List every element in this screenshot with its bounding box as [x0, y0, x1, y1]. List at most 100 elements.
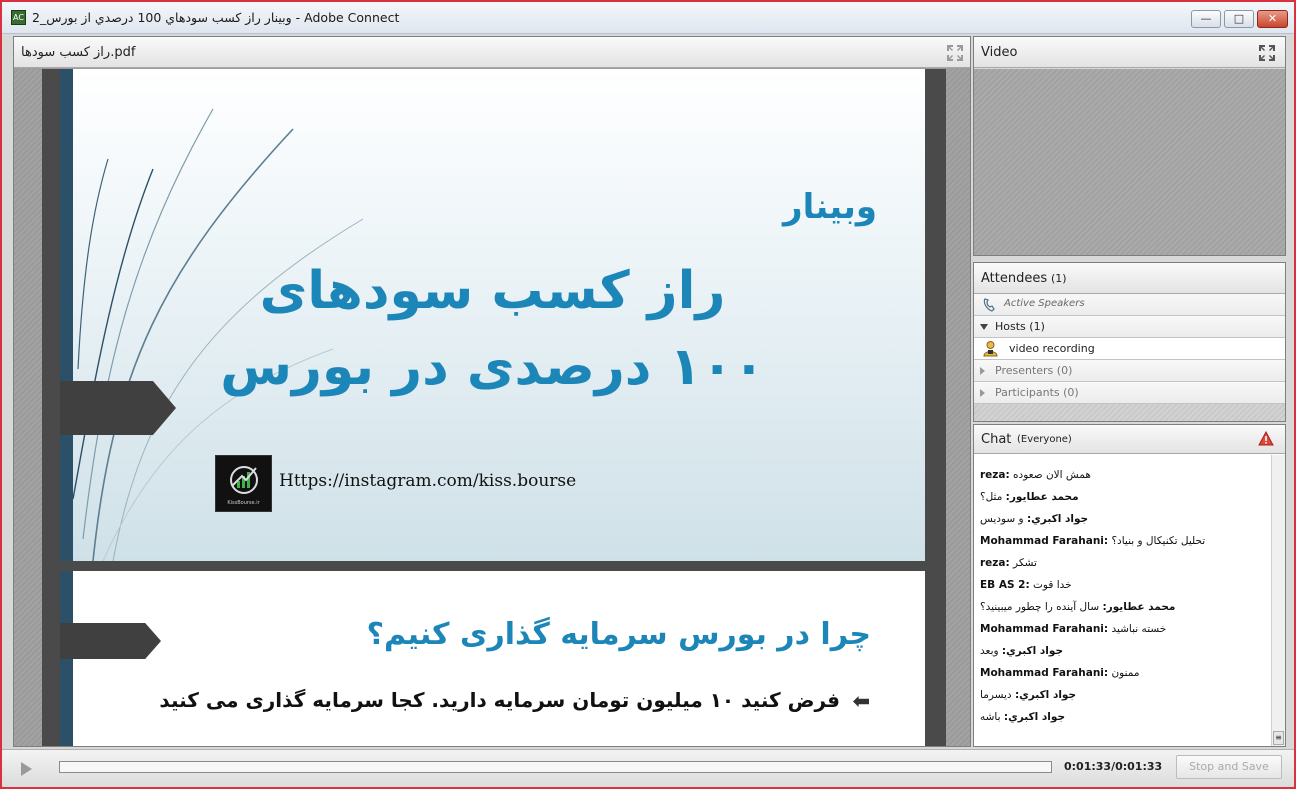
chat-message-list[interactable]: reza: همش الان صعوده محمد عطايور: مثل؟ جوا…: [974, 455, 1270, 746]
attendees-pod: Attendees (1) Active Speakers Hosts (1) …: [973, 262, 1286, 422]
attendees-count: (1): [1051, 272, 1067, 285]
hosts-label: Hosts (1): [995, 320, 1045, 333]
chat-title: Chat: [981, 432, 1012, 447]
warning-icon[interactable]: [1258, 431, 1274, 447]
chat-text: وبعد: [980, 645, 999, 657]
slide-title-page: وبینار راز کسب سودهای ۱۰۰ درصدی در بورس …: [60, 69, 925, 561]
active-speakers-label: Active Speakers: [1004, 298, 1085, 309]
slide-title-line2: ۱۰۰ درصدی در بورس: [220, 337, 765, 397]
window-title: وبينار راز كسب سودهاي 100 درصدي از بورس_…: [32, 10, 400, 25]
attendees-pod-header: Attendees (1): [974, 263, 1285, 294]
chat-message: جواد اكبري: دیسرما: [980, 687, 1076, 703]
maximize-button[interactable]: □: [1224, 10, 1254, 28]
minimize-button[interactable]: —: [1191, 10, 1221, 28]
collapse-arrow-icon: [980, 324, 988, 330]
title-bar: AC وبينار راز كسب سودهاي 100 درصدي از بو…: [2, 2, 1294, 34]
chat-sender: reza:: [980, 557, 1010, 569]
active-speakers-row: Active Speakers: [974, 294, 1285, 316]
playback-progress[interactable]: [59, 761, 1052, 773]
hosts-row[interactable]: Hosts (1): [974, 316, 1285, 338]
scroll-down-icon[interactable]: ≡: [1273, 731, 1284, 745]
logo-text: KissBourse.ir: [227, 500, 260, 506]
chat-text: مثل؟: [980, 491, 1003, 503]
play-icon[interactable]: [10, 755, 40, 783]
video-pod-header: Video: [974, 37, 1285, 68]
host-user-icon: [983, 341, 998, 357]
chat-text: ممنون: [1111, 667, 1140, 679]
chat-message: reza: همش الان صعوده: [980, 467, 1091, 483]
video-pod-title: Video: [981, 45, 1018, 60]
chat-sender: Mohammad Farahani:: [980, 667, 1109, 679]
chat-sender: Mohammad Farahani:: [980, 623, 1109, 635]
chat-pod: Chat (Everyone) reza: همش الان صعوده محمد…: [973, 424, 1286, 747]
chat-text: و سودیس: [980, 513, 1024, 525]
chat-text: همش الان صعوده: [1013, 469, 1091, 481]
slide-bullet: فرض کنید ۱۰ میلیون تومان سرمایه دارید. ک…: [159, 688, 869, 712]
presenters-row[interactable]: Presenters (0): [974, 360, 1285, 382]
expand-arrow-icon: [980, 367, 985, 375]
participants-row[interactable]: Participants (0): [974, 382, 1285, 404]
video-pod: Video: [973, 36, 1286, 256]
maximize-icon: □: [1233, 12, 1245, 25]
chat-message: Mohammad Farahani: ممنون: [980, 665, 1139, 681]
close-icon: ✕: [1267, 12, 1278, 25]
phone-icon: [983, 298, 995, 312]
chat-text: سال آینده را چطور میبینید؟: [980, 601, 1100, 613]
share-pod-title: راز كسب سودها.pdf: [21, 45, 136, 60]
chat-sender: Mohammad Farahani:: [980, 535, 1109, 547]
chat-scope: (Everyone): [1017, 434, 1072, 445]
attendees-title: Attendees: [981, 271, 1048, 286]
chat-scrollbar[interactable]: ≡: [1271, 455, 1285, 746]
chat-message: جواد اكبري: و سودیس: [980, 511, 1088, 527]
participants-label: Participants (0): [995, 386, 1079, 399]
share-pod-header: راز كسب سودها.pdf: [14, 37, 970, 68]
chat-text: خدا قوت: [1033, 579, 1072, 591]
close-button[interactable]: ✕: [1257, 10, 1288, 28]
slide-question-page: چرا در بورس سرمایه گذاری کنیم؟ فرض کنید …: [60, 571, 925, 746]
chat-text: خسته نباشید: [1111, 623, 1167, 635]
chat-text: تشکر: [1013, 557, 1037, 569]
slide-heading: چرا در بورس سرمایه گذاری کنیم؟: [366, 617, 871, 652]
minimize-icon: —: [1200, 12, 1212, 25]
share-pod: راز كسب سودها.pdf وبینار راز کسب سودهای …: [13, 36, 971, 747]
app-window: AC وبينار راز كسب سودهاي 100 درصدي از بو…: [0, 0, 1296, 789]
fullscreen-icon[interactable]: [1258, 44, 1276, 62]
chat-message: محمد عطايور: مثل؟: [980, 489, 1079, 505]
presenters-label: Presenters (0): [995, 364, 1073, 377]
chat-message: Mohammad Farahani: تحلیل تکنیکال و بنیاد…: [980, 533, 1205, 549]
slide-webinar-label: وبینار: [783, 187, 877, 227]
chat-message: جواد اكبري: وبعد: [980, 643, 1063, 659]
stop-and-save-button[interactable]: Stop and Save: [1176, 755, 1282, 779]
fullscreen-icon[interactable]: [946, 44, 964, 62]
chat-sender: محمد عطايور:: [1102, 601, 1176, 613]
chat-text: باشه: [980, 711, 1001, 723]
expand-arrow-icon: [980, 389, 985, 397]
chat-message: reza: تشکر: [980, 555, 1037, 571]
chat-sender: جواد اكبري:: [1001, 645, 1064, 657]
playback-bar: 0:01:33/0:01:33 Stop and Save: [2, 749, 1294, 787]
chat-sender: جواد اكبري:: [1026, 513, 1089, 525]
slide-title-line1: راز کسب سودهای: [259, 261, 726, 321]
chat-message: جواد اكبري: باشه: [980, 709, 1065, 725]
chat-sender: reza:: [980, 469, 1010, 481]
video-area: [974, 69, 1285, 255]
chat-text: تحلیل تکنیکال و بنیاد؟: [1111, 535, 1206, 547]
chat-text: دیسرما: [980, 689, 1012, 701]
slide-bullet-text: فرض کنید ۱۰ میلیون تومان سرمایه دارید. ک…: [159, 688, 841, 712]
document-viewer[interactable]: وبینار راز کسب سودهای ۱۰۰ درصدی در بورس …: [14, 69, 970, 746]
chat-sender: جواد اكبري:: [1014, 689, 1077, 701]
kissbourse-logo: KissBourse.ir: [215, 455, 272, 512]
attendee-item[interactable]: video recording: [974, 338, 1285, 360]
bullet-arrow-icon: [853, 696, 869, 707]
chat-pod-header: Chat (Everyone): [974, 425, 1285, 454]
slide-instagram-url: Https://instagram.com/kiss.bourse: [279, 471, 577, 491]
chat-sender: محمد عطايور:: [1005, 491, 1079, 503]
attendee-name: video recording: [1009, 342, 1095, 355]
chat-message: Mohammad Farahani: خسته نباشید: [980, 621, 1166, 637]
chat-sender: EB AS 2:: [980, 579, 1030, 591]
chat-sender: جواد اكبري:: [1003, 711, 1066, 723]
chat-message: محمد عطايور: سال آینده را چطور میبینید؟: [980, 599, 1175, 615]
chat-message: EB AS 2: خدا قوت: [980, 577, 1072, 593]
slide-tab-marker: [60, 623, 161, 659]
adobe-connect-icon: AC: [11, 10, 26, 25]
